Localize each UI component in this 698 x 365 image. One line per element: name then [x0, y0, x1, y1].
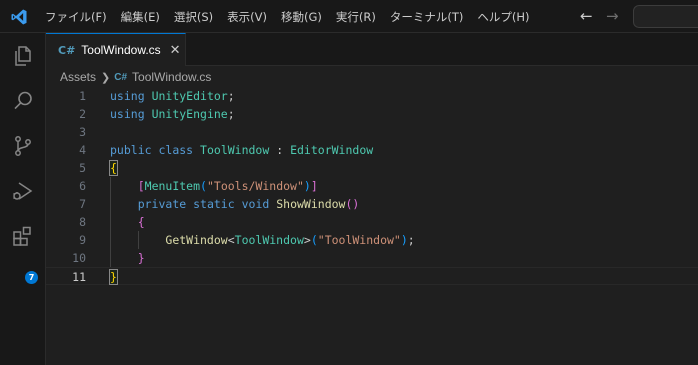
menu-terminal[interactable]: ターミナル(T)	[383, 5, 471, 29]
line-number: 1	[79, 89, 86, 103]
menu-selection[interactable]: 選択(S)	[167, 5, 220, 29]
code-line: 9 GetWindow<ToolWindow>("ToolWindow");	[46, 231, 698, 249]
csharp-file-icon: C#	[58, 43, 76, 57]
code-line-current: 11 }	[46, 267, 698, 285]
search-icon[interactable]	[11, 89, 35, 113]
breadcrumb: Assets ❯ C# ToolWindow.cs	[60, 68, 211, 86]
code-text: {	[109, 160, 118, 176]
code-line: 2 using UnityEngine;	[46, 105, 698, 123]
code-line: 6 [MenuItem("Tools/Window")]	[46, 177, 698, 195]
command-center-search[interactable]	[633, 5, 698, 28]
line-number: 4	[79, 143, 86, 157]
line-number: 5	[79, 161, 86, 175]
line-number: 3	[79, 125, 86, 139]
line-number: 9	[79, 233, 86, 247]
activity-bar: 7	[0, 33, 46, 365]
menu-help[interactable]: ヘルプ(H)	[470, 5, 536, 29]
explorer-icon[interactable]	[11, 44, 35, 68]
source-control-icon[interactable]	[11, 134, 35, 158]
code-line: 10 }	[46, 249, 698, 267]
code-line: 5 {	[46, 159, 698, 177]
menu-view[interactable]: 表示(V)	[220, 5, 274, 29]
code-text: using UnityEngine;	[110, 107, 235, 121]
code-line: 4 public class ToolWindow : EditorWindow	[46, 141, 698, 159]
menu-edit[interactable]: 編集(E)	[114, 5, 167, 29]
tab-label: ToolWindow.cs	[81, 43, 161, 57]
line-number: 2	[79, 107, 86, 121]
line-number: 6	[79, 179, 86, 193]
code-text: GetWindow<ToolWindow>("ToolWindow");	[165, 233, 415, 247]
code-text: private static void ShowWindow()	[137, 197, 360, 211]
line-number: 10	[72, 251, 86, 265]
tab-bar: C# ToolWindow.cs ✕	[46, 33, 698, 66]
line-number: 11	[72, 270, 86, 284]
text-cursor	[116, 270, 118, 285]
arrow-left-icon[interactable]: ←	[580, 7, 594, 25]
code-text: {	[137, 215, 145, 229]
extensions-icon[interactable]	[11, 224, 35, 248]
menu-bar: ファイル(F) 編集(E) 選択(S) 表示(V) 移動(G) 実行(R) ター…	[38, 0, 536, 33]
close-icon[interactable]: ✕	[170, 43, 181, 58]
chevron-right-icon: ❯	[101, 71, 111, 84]
breadcrumb-file[interactable]: ToolWindow.cs	[132, 70, 211, 84]
navigation-controls: ← →	[580, 7, 620, 25]
csharp-file-icon: C#	[114, 71, 128, 83]
menu-file[interactable]: ファイル(F)	[38, 5, 114, 29]
code-text: public class ToolWindow : EditorWindow	[110, 143, 374, 157]
code-line: 7 private static void ShowWindow()	[46, 195, 698, 213]
menu-go[interactable]: 移動(G)	[274, 5, 329, 29]
code-text: }	[109, 269, 118, 285]
line-number: 8	[79, 215, 86, 229]
code-line: 8 {	[46, 213, 698, 231]
extensions-badge: 7	[25, 271, 38, 284]
title-bar: ファイル(F) 編集(E) 選択(S) 表示(V) 移動(G) 実行(R) ター…	[0, 0, 698, 33]
code-line: 3	[46, 123, 698, 141]
code-text: [MenuItem("Tools/Window")]	[137, 179, 318, 193]
code-editor[interactable]: 1 using UnityEditor; 2 using UnityEngine…	[46, 87, 698, 365]
run-debug-icon[interactable]	[11, 179, 35, 203]
breadcrumb-folder[interactable]: Assets	[60, 70, 96, 84]
arrow-right-icon[interactable]: →	[606, 7, 620, 25]
menu-run[interactable]: 実行(R)	[329, 5, 383, 29]
code-line: 1 using UnityEditor;	[46, 87, 698, 105]
vscode-logo-icon	[11, 9, 27, 25]
code-text: }	[137, 251, 145, 265]
line-number: 7	[79, 197, 86, 211]
code-text: using UnityEditor;	[110, 89, 235, 103]
tab-toolwindow-cs[interactable]: C# ToolWindow.cs ✕	[46, 33, 186, 66]
